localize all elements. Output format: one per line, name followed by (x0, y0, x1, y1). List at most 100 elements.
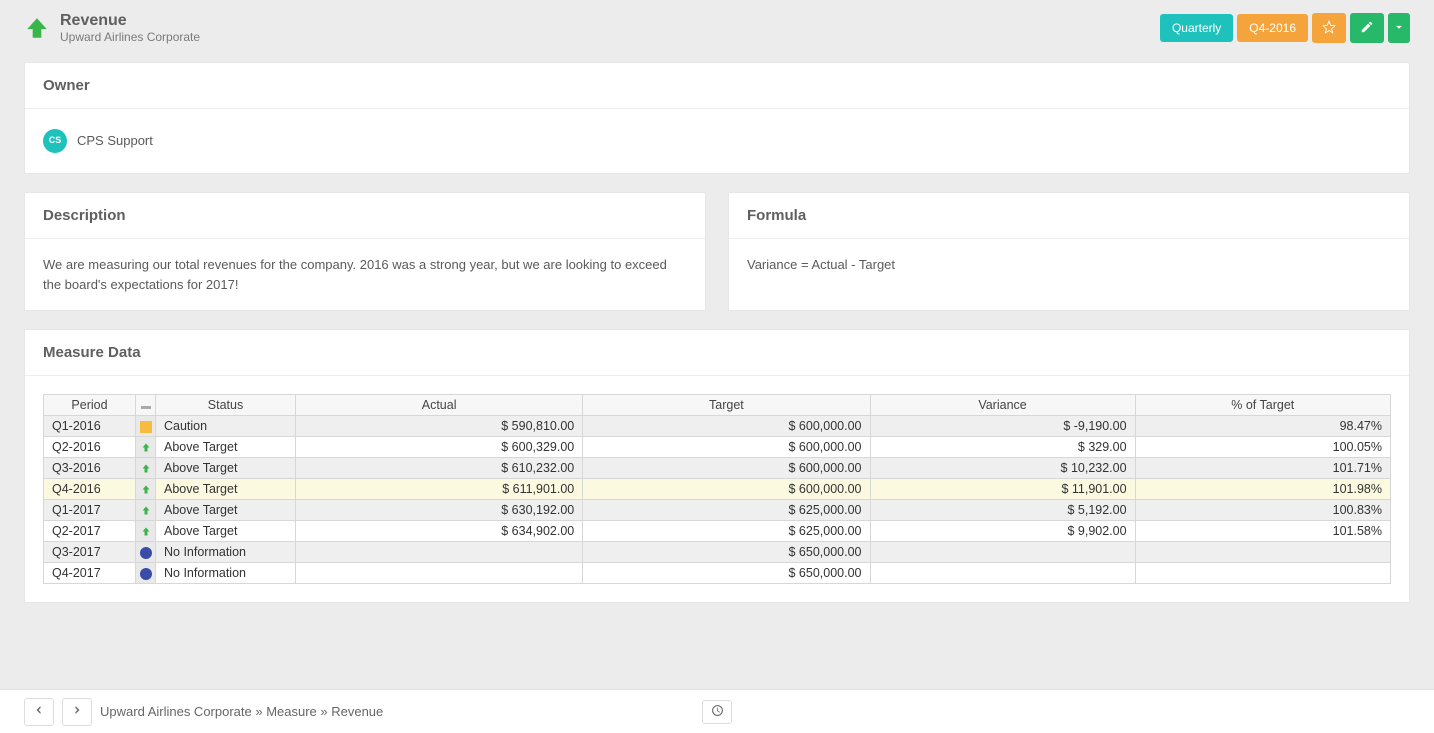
avatar: CS (43, 129, 67, 153)
cell-target: $ 650,000.00 (583, 542, 870, 563)
cell-status-icon (136, 521, 156, 542)
cell-status-icon (136, 479, 156, 500)
cell-target: $ 600,000.00 (583, 479, 870, 500)
cell-status-icon (136, 416, 156, 437)
cell-pct: 98.47% (1135, 416, 1390, 437)
cell-target: $ 600,000.00 (583, 458, 870, 479)
cell-target: $ 625,000.00 (583, 521, 870, 542)
arrow-up-icon (140, 461, 152, 475)
cell-status: Above Target (156, 458, 296, 479)
table-row[interactable]: Q2-2017 Above Target$ 634,902.00$ 625,000… (44, 521, 1391, 542)
formula-text: Variance = Actual - Target (729, 239, 1409, 291)
cell-pct: 100.83% (1135, 500, 1390, 521)
cell-variance (870, 542, 1135, 563)
cell-actual: $ 610,232.00 (296, 458, 583, 479)
cell-status-icon (136, 542, 156, 563)
cell-pct: 101.98% (1135, 479, 1390, 500)
cell-pct (1135, 563, 1390, 584)
cell-status: Above Target (156, 437, 296, 458)
cell-actual (296, 563, 583, 584)
cell-period: Q1-2016 (44, 416, 136, 437)
cell-period: Q2-2017 (44, 521, 136, 542)
cell-actual: $ 600,329.00 (296, 437, 583, 458)
cell-actual (296, 542, 583, 563)
col-status-icon (136, 395, 156, 416)
breadcrumb: Upward Airlines Corporate » Measure » Re… (100, 704, 383, 719)
table-row[interactable]: Q4-2016Above Target$ 611,901.00$ 600,000… (44, 479, 1391, 500)
table-row[interactable]: Q3-2017No Information$ 650,000.00 (44, 542, 1391, 563)
clock-icon (711, 704, 724, 720)
table-row[interactable]: Q2-2016Above Target$ 600,329.00$ 600,000… (44, 437, 1391, 458)
arrow-up-icon (140, 482, 152, 496)
cell-variance: $ 11,901.00 (870, 479, 1135, 500)
cell-period: Q2-2016 (44, 437, 136, 458)
page-header: Revenue Upward Airlines Corporate Quarte… (24, 12, 1410, 44)
cell-actual: $ 611,901.00 (296, 479, 583, 500)
table-row[interactable]: Q1-2017Above Target$ 630,192.00$ 625,000… (44, 500, 1391, 521)
page-subtitle: Upward Airlines Corporate (60, 30, 200, 44)
cell-status: Caution (156, 416, 296, 437)
formula-section-label: Formula (729, 193, 1409, 239)
cell-status-icon (136, 563, 156, 584)
col-pct-target: % of Target (1135, 395, 1390, 416)
page-title: Revenue (60, 12, 200, 30)
cell-status-icon (136, 437, 156, 458)
favorite-button[interactable] (1312, 13, 1346, 43)
edit-button[interactable] (1350, 13, 1384, 43)
cell-pct: 100.05% (1135, 437, 1390, 458)
table-row[interactable]: Q4-2017No Information$ 650,000.00 (44, 563, 1391, 584)
owner-name: CPS Support (77, 131, 153, 151)
footer-bar: Upward Airlines Corporate » Measure » Re… (0, 689, 1434, 733)
arrow-up-icon (140, 440, 152, 454)
info-dot-icon (140, 547, 152, 559)
cell-status: No Information (156, 542, 296, 563)
cell-variance: $ 9,902.00 (870, 521, 1135, 542)
pencil-icon (1360, 20, 1374, 37)
description-section-label: Description (25, 193, 705, 239)
minus-icon (141, 406, 151, 409)
col-target: Target (583, 395, 870, 416)
table-row[interactable]: Q1-2016Caution$ 590,810.00$ 600,000.00$ … (44, 416, 1391, 437)
measure-section-label: Measure Data (25, 330, 1409, 376)
cell-status-icon (136, 500, 156, 521)
formula-card: Formula Variance = Actual - Target (728, 192, 1410, 311)
cell-status-icon (136, 458, 156, 479)
caution-icon (140, 421, 152, 433)
description-text: We are measuring our total revenues for … (25, 239, 705, 310)
col-actual: Actual (296, 395, 583, 416)
cell-period: Q1-2017 (44, 500, 136, 521)
cell-variance: $ 5,192.00 (870, 500, 1135, 521)
cell-variance: $ 10,232.00 (870, 458, 1135, 479)
cell-status: Above Target (156, 500, 296, 521)
cell-period: Q4-2017 (44, 563, 136, 584)
cell-target: $ 625,000.00 (583, 500, 870, 521)
cell-variance: $ 329.00 (870, 437, 1135, 458)
table-row[interactable]: Q3-2016 Above Target$ 610,232.00$ 600,000… (44, 458, 1391, 479)
cell-period: Q4-2016 (44, 479, 136, 500)
col-variance: Variance (870, 395, 1135, 416)
cell-period: Q3-2016 (44, 458, 136, 479)
cell-actual: $ 590,810.00 (296, 416, 583, 437)
edit-dropdown-button[interactable] (1388, 13, 1410, 43)
col-status: Status (156, 395, 296, 416)
cell-status: Above Target (156, 521, 296, 542)
nav-back-button[interactable] (24, 698, 54, 726)
cell-pct: 101.58% (1135, 521, 1390, 542)
measure-card: Measure Data Period Status Actual Target… (24, 329, 1410, 603)
arrow-up-icon (140, 524, 152, 538)
frequency-button[interactable]: Quarterly (1160, 14, 1233, 42)
description-card: Description We are measuring our total r… (24, 192, 706, 311)
cell-actual: $ 634,902.00 (296, 521, 583, 542)
period-button[interactable]: Q4-2016 (1237, 14, 1308, 42)
owner-section-label: Owner (25, 63, 1409, 109)
cell-pct: 101.71% (1135, 458, 1390, 479)
arrow-left-icon (33, 704, 45, 719)
arrow-up-icon (24, 15, 50, 41)
cell-target: $ 650,000.00 (583, 563, 870, 584)
arrow-right-icon (71, 704, 83, 719)
nav-forward-button[interactable] (62, 698, 92, 726)
owner-card: Owner CS CPS Support (24, 62, 1410, 174)
cell-variance: $ -9,190.00 (870, 416, 1135, 437)
history-button[interactable] (702, 700, 732, 724)
cell-pct (1135, 542, 1390, 563)
